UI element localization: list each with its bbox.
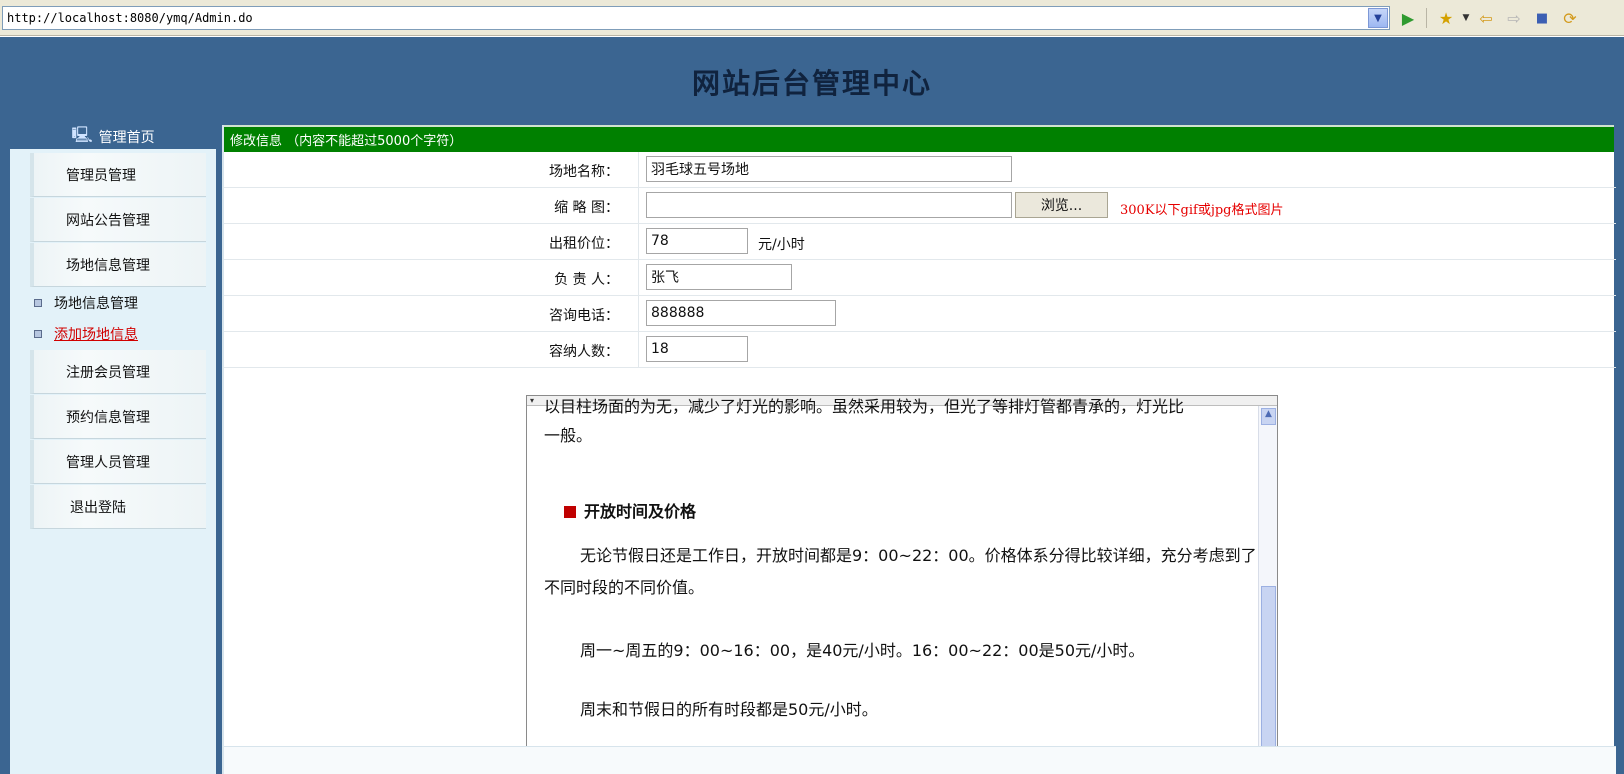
- editor-heading-text: 开放时间及价格: [584, 502, 697, 521]
- sidebar-subitem-label: 场地信息管理: [54, 296, 138, 312]
- editor-para2: 无论节假日还是工作日，开放时间都是9：00~22：00。价格体系分得比较详细，充…: [544, 546, 1257, 597]
- sidebar-subitem-label: 添加场地信息: [54, 327, 138, 343]
- row-price: 出租价位： 78 元/小时: [224, 224, 1616, 260]
- sidebar-item-announcement[interactable]: 网站公告管理: [30, 198, 206, 242]
- capacity-label: 容纳人数：: [549, 344, 619, 360]
- refresh-icon[interactable]: ⟳: [1560, 8, 1580, 28]
- phone-input[interactable]: 888888: [646, 300, 836, 326]
- sidebar-item-label: 场地信息管理: [66, 257, 150, 274]
- bullet-icon: [34, 330, 42, 338]
- manager-input[interactable]: 张飞: [646, 264, 792, 290]
- forward-icon[interactable]: ⇨: [1504, 8, 1524, 28]
- manager-label: 负 责 人：: [554, 272, 619, 288]
- back-icon[interactable]: ⇦: [1476, 8, 1496, 28]
- sidebar-item-label: 注册会员管理: [66, 364, 150, 381]
- sidebar-item-logout[interactable]: 退出登陆: [30, 485, 206, 529]
- sidebar-item-admin[interactable]: 管理员管理: [30, 153, 206, 197]
- form-banner: 修改信息 （内容不能超过5000个字符）: [224, 125, 1614, 152]
- row-manager: 负 责 人： 张飞: [224, 260, 1616, 296]
- bullet-icon: [34, 299, 42, 307]
- sidebar: 🖳 管理首页 管理员管理 网站公告管理 场地信息管理 场地信息管理 添加场地信息…: [10, 125, 216, 774]
- browse-button[interactable]: 浏览...: [1015, 192, 1108, 218]
- address-dropdown-icon[interactable]: ▼: [1368, 8, 1388, 28]
- row-capacity: 容纳人数： 18: [224, 332, 1616, 368]
- thumbnail-hint: 300K以下gif或jpg格式图片: [1120, 203, 1284, 218]
- capacity-input[interactable]: 18: [646, 336, 748, 362]
- editor-heading: 开放时间及价格: [564, 499, 696, 525]
- thumbnail-label: 缩 略 图：: [554, 200, 619, 216]
- sidebar-subitem-venue-list[interactable]: 场地信息管理: [34, 291, 138, 315]
- page-header: 网站后台管理中心: [10, 41, 1614, 123]
- price-unit: 元/小时: [758, 237, 805, 253]
- row-phone: 咨询电话： 888888: [224, 296, 1616, 332]
- sidebar-item-label: 网站公告管理: [66, 212, 150, 229]
- page-frame: 网站后台管理中心 🖳 管理首页 管理员管理 网站公告管理 场地信息管理 场地信息…: [0, 37, 1624, 774]
- editor-body[interactable]: 以目柱场面的为无，减少了灯光的影响。虽然采用较为，但光了等排灯管都青承的，灯光比…: [544, 397, 1262, 773]
- price-input[interactable]: 78: [646, 228, 748, 254]
- price-label: 出租价位：: [549, 236, 619, 252]
- computer-icon: 🖳: [71, 124, 93, 144]
- sidebar-home-label: 管理首页: [98, 130, 155, 146]
- editor-para1-end: 一般。: [544, 426, 593, 445]
- go-icon[interactable]: ▶: [1398, 8, 1418, 28]
- phone-label: 咨询电话：: [549, 308, 619, 324]
- stop-icon[interactable]: ■: [1532, 8, 1552, 28]
- content-footer: [224, 746, 1616, 774]
- editor-para3: 周一~周五的9：00~16：00，是40元/小时。16：00~22：00是50元…: [580, 641, 1145, 660]
- sidebar-item-members[interactable]: 注册会员管理: [30, 350, 206, 394]
- sidebar-subitem-add-venue[interactable]: 添加场地信息: [34, 322, 138, 346]
- browser-toolbar: http://localhost:8080/ymq/Admin.do ▼ ▶ ★…: [0, 0, 1624, 36]
- sidebar-item-label: 管理员管理: [66, 167, 136, 184]
- row-thumbnail: 缩 略 图： 浏览... 300K以下gif或jpg格式图片: [224, 188, 1616, 224]
- heading-bullet-icon: [564, 505, 576, 518]
- main-content: 修改信息 （内容不能超过5000个字符） 场地名称： 羽毛球五号场地 缩 略 图…: [222, 125, 1616, 774]
- sidebar-home[interactable]: 🖳 管理首页: [10, 125, 216, 149]
- editor-cut-line: 以目柱场面的为无，减少了灯光的影响。虽然采用较为，但光了等排灯管都青承的，灯光比: [544, 397, 1185, 416]
- page-title: 网站后台管理中心: [691, 67, 932, 100]
- sidebar-item-label: 退出登陆: [70, 499, 126, 516]
- address-text[interactable]: http://localhost:8080/ymq/Admin.do: [3, 11, 1368, 25]
- favorites-dropdown-icon[interactable]: ▼: [1456, 8, 1476, 28]
- scroll-thumb[interactable]: [1261, 586, 1276, 772]
- address-bar[interactable]: http://localhost:8080/ymq/Admin.do ▼: [2, 6, 1390, 30]
- editor-para4: 周末和节假日的所有时段都是50元/小时。: [580, 700, 878, 719]
- thumbnail-file-input[interactable]: [646, 192, 1012, 218]
- venue-name-input[interactable]: 羽毛球五号场地: [646, 156, 1012, 182]
- row-venue-name: 场地名称： 羽毛球五号场地: [224, 152, 1616, 188]
- sidebar-item-venue[interactable]: 场地信息管理: [30, 243, 206, 287]
- scroll-up-icon[interactable]: ▲: [1261, 408, 1276, 425]
- sidebar-item-reservations[interactable]: 预约信息管理: [30, 395, 206, 439]
- sidebar-item-label: 预约信息管理: [66, 409, 150, 426]
- description-editor[interactable]: ▾ 以目柱场面的为无，减少了灯光的影响。虽然采用较为，但光了等排灯管都青承的，灯…: [526, 395, 1278, 774]
- editor-scrollbar[interactable]: ▲: [1258, 406, 1277, 773]
- sidebar-item-staff[interactable]: 管理人员管理: [30, 440, 206, 484]
- favorites-icon[interactable]: ★: [1436, 8, 1456, 28]
- sidebar-item-label: 管理人员管理: [66, 454, 150, 471]
- venue-name-label: 场地名称：: [549, 164, 619, 180]
